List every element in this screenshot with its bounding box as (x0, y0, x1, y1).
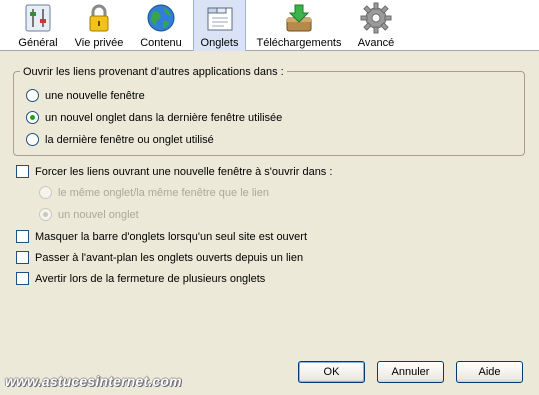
ok-button[interactable]: OK (298, 361, 365, 383)
radio-button[interactable] (39, 186, 52, 199)
toolbar-item-advanced[interactable]: Avancé (352, 0, 400, 51)
radio-button[interactable] (26, 89, 39, 102)
checkbox-label: Passer à l'avant-plan les onglets ouvert… (35, 251, 304, 264)
radio-new-tab-last-window[interactable]: un nouvel onglet dans la dernière fenêtr… (26, 111, 282, 124)
radio-label: le même onglet/la même fenêtre que le li… (58, 186, 269, 199)
external-links-legend: Ouvrir les liens provenant d'autres appl… (20, 66, 287, 78)
radio-last-window-or-tab[interactable]: la dernière fenêtre ou onglet utilisé (26, 133, 214, 146)
checkbox[interactable] (16, 272, 29, 285)
radio-label: une nouvelle fenêtre (45, 89, 145, 102)
general-icon (25, 4, 51, 32)
checkbox-label: Avertir lors de la fermeture de plusieur… (35, 272, 266, 285)
checkbox-focus-new-tabs[interactable]: Passer à l'avant-plan les onglets ouvert… (16, 251, 303, 264)
toolbar-item-downloads[interactable]: Téléchargements (253, 0, 345, 51)
checkbox-label: Forcer les liens ouvrant une nouvelle fe… (35, 165, 333, 178)
toolbar-label: Contenu (140, 37, 182, 49)
toolbar-item-content[interactable]: Contenu (136, 0, 186, 51)
radio-new-window[interactable]: une nouvelle fenêtre (26, 89, 145, 102)
help-button[interactable]: Aide (456, 361, 523, 383)
tabs-icon (207, 7, 232, 31)
radio-button[interactable] (26, 133, 39, 146)
checkbox[interactable] (16, 251, 29, 264)
checkbox[interactable] (16, 165, 29, 178)
gear-icon (360, 2, 392, 34)
cancel-button[interactable]: Annuler (377, 361, 444, 383)
checkbox-warn-close-tabs[interactable]: Avertir lors de la fermeture de plusieur… (16, 272, 265, 285)
toolbar-label: Vie privée (74, 37, 124, 49)
preferences-toolbar: Général Vie privée Contenu Onglets Téléc… (0, 0, 539, 51)
checkbox[interactable] (16, 230, 29, 243)
toolbar-label: Général (18, 37, 58, 49)
toolbar-label: Avancé (357, 37, 395, 49)
watermark: www.astucesinternet.com (5, 373, 182, 389)
toolbar-label: Téléchargements (256, 37, 342, 49)
download-icon (286, 4, 312, 32)
radio-button[interactable] (26, 111, 39, 124)
toolbar-label: Onglets (200, 37, 239, 49)
checkbox-hide-tab-bar[interactable]: Masquer la barre d'onglets lorsqu'un seu… (16, 230, 307, 243)
radio-label: la dernière fenêtre ou onglet utilisé (45, 133, 214, 146)
checkbox-label: Masquer la barre d'onglets lorsqu'un seu… (35, 230, 308, 243)
globe-icon (147, 4, 175, 32)
radio-label: un nouvel onglet dans la dernière fenêtr… (45, 111, 283, 124)
toolbar-item-tabs[interactable]: Onglets (193, 0, 246, 51)
radio-label: un nouvel onglet (58, 208, 139, 221)
radio-button[interactable] (39, 208, 52, 221)
toolbar-item-general[interactable]: Général (13, 0, 63, 51)
toolbar-item-privacy[interactable]: Vie privée (72, 0, 126, 51)
padlock-icon (89, 4, 109, 32)
radio-same-tab-disabled[interactable]: le même onglet/la même fenêtre que le li… (39, 186, 269, 199)
checkbox-force-new-window[interactable]: Forcer les liens ouvrant une nouvelle fe… (16, 165, 332, 178)
radio-new-tab-disabled[interactable]: un nouvel onglet (39, 208, 139, 221)
